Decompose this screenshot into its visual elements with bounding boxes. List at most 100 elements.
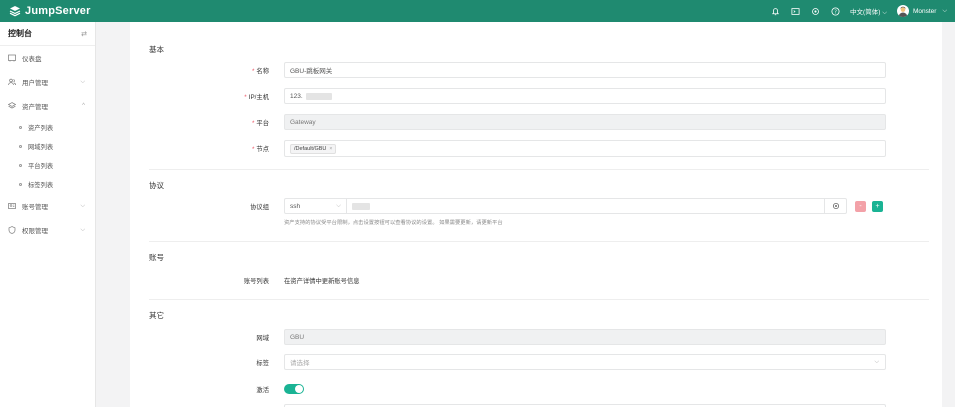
sidebar-subitem-domain-list[interactable]: 网域列表 <box>0 137 95 156</box>
dashboard-icon <box>8 54 16 62</box>
svg-text:?: ? <box>834 9 837 15</box>
name-value: GBU-跳板网关 <box>290 68 333 75</box>
jumpserver-logo-icon <box>9 6 21 17</box>
bell-icon[interactable] <box>770 6 780 16</box>
bullet-icon <box>19 145 22 148</box>
account-list-note: 在资产详情中更新账号信息 <box>284 278 360 285</box>
ip-label: * IP/主机 <box>244 94 269 101</box>
domain-value: GBU <box>290 333 305 341</box>
name-label: * 名称 <box>251 68 269 75</box>
collapse-toggle-icon[interactable]: ⇄ <box>81 30 87 38</box>
chevron-up-icon: ^ <box>82 103 85 109</box>
sidebar-subitem-label: 网域列表 <box>28 144 54 151</box>
platform-label-text: 平台 <box>256 120 269 127</box>
protocol-group-label: 协议组 <box>250 204 269 211</box>
ip-value: 123. <box>290 92 303 100</box>
user-menu[interactable]: Monster ⌵ <box>896 5 947 17</box>
permissions-icon <box>8 226 16 234</box>
asset-form: 基本 * 名称 GBU-跳板网关 * IP/主机 123. * 平台 Gateway … <box>130 22 942 407</box>
active-toggle[interactable] <box>284 384 304 394</box>
port-input[interactable] <box>347 202 846 210</box>
username: Monster <box>912 7 937 15</box>
node-select[interactable]: /Default/GBU × <box>284 140 886 157</box>
chevron-down-icon: ⌵ <box>942 7 947 14</box>
sidebar-item-label: 仪表盘 <box>22 56 42 63</box>
node-tag: /Default/GBU × <box>290 143 337 154</box>
bullet-icon <box>19 126 22 129</box>
sidebar-item-users[interactable]: 用户管理 ⌵ <box>0 70 95 94</box>
sidebar-item-permissions[interactable]: 权限管理 ⌵ <box>0 218 95 242</box>
settings-gear-icon <box>832 202 840 210</box>
account-list-label: 账号列表 <box>243 278 269 285</box>
close-icon[interactable]: × <box>329 146 332 152</box>
sidebar-item-dashboard[interactable]: 仪表盘 <box>0 46 95 70</box>
toggle-knob <box>295 385 303 393</box>
settings-gear-icon[interactable] <box>810 6 820 16</box>
chevron-down-icon: ⌵ <box>80 226 85 233</box>
chevron-down-icon: ⌵ <box>80 78 85 85</box>
node-tag-label: /Default/GBU <box>294 145 327 152</box>
remove-protocol-button[interactable]: - <box>855 201 866 212</box>
sidebar-subitem-asset-list[interactable]: 资产列表 <box>0 118 95 137</box>
section-title-protocol: 协议 <box>149 181 164 190</box>
redacted-block <box>305 92 332 100</box>
sidebar-title: 控制台 <box>8 29 32 38</box>
chevron-down-icon: ⌵ <box>336 202 341 209</box>
platform-value: Gateway <box>290 118 316 126</box>
avatar <box>896 5 909 17</box>
sidebar: 控制台 ⇄ 仪表盘 用户管理 ⌵ 资产管理 ^ 资产列表 网域列表 平台列表 标… <box>0 22 96 407</box>
sidebar-subitem-label: 标签列表 <box>28 182 54 189</box>
web-terminal-icon[interactable] <box>790 6 800 16</box>
language-dropdown[interactable]: 中文(简体) ⌵ <box>850 6 887 17</box>
sidebar-item-accounts[interactable]: 账号管理 ⌵ <box>0 194 95 218</box>
help-icon[interactable]: ? <box>830 6 840 16</box>
sidebar-item-label: 资产管理 <box>22 104 48 111</box>
ip-input[interactable]: 123. <box>284 88 886 104</box>
labels-label: 标签 <box>256 360 269 367</box>
chevron-down-icon: ⌵ <box>882 9 887 16</box>
divider <box>149 241 929 242</box>
bullet-icon <box>19 164 22 167</box>
sidebar-item-label: 账号管理 <box>22 204 48 211</box>
protocol-value: ssh <box>290 202 301 210</box>
sidebar-subitem-label-list[interactable]: 标签列表 <box>0 175 95 194</box>
sidebar-subitem-label: 平台列表 <box>28 163 54 170</box>
active-label: 激活 <box>256 387 269 394</box>
labels-placeholder: 请选择 <box>290 360 310 367</box>
chevron-down-icon: ⌵ <box>874 358 879 365</box>
accounts-icon <box>8 202 16 210</box>
protocol-row: ssh ⌵ <box>284 198 847 214</box>
protocol-settings-button[interactable] <box>824 198 847 214</box>
name-input[interactable]: GBU-跳板网关 <box>284 62 886 78</box>
sidebar-subitem-label: 资产列表 <box>28 125 54 132</box>
brand-name: JumpServer <box>25 5 91 17</box>
users-icon <box>8 78 16 86</box>
name-label-text: 名称 <box>256 68 269 75</box>
logo[interactable]: JumpServer <box>0 5 110 17</box>
platform-label: * 平台 <box>251 120 269 127</box>
divider <box>149 169 929 170</box>
node-label: * 节点 <box>251 146 269 153</box>
chevron-down-icon: ⌵ <box>80 202 85 209</box>
labels-select[interactable]: 请选择 ⌵ <box>284 354 886 370</box>
section-title-account: 账号 <box>149 253 164 262</box>
platform-input: Gateway <box>284 114 886 130</box>
redacted-block <box>352 202 370 210</box>
sidebar-item-label: 用户管理 <box>22 80 48 87</box>
sidebar-subitem-platform-list[interactable]: 平台列表 <box>0 156 95 175</box>
assets-icon <box>8 102 16 110</box>
language-label: 中文(简体) <box>850 8 881 16</box>
protocol-help-text: 资产支持的协议受平台限制，点击设置按钮可以查看协议的设置。 如果需要更新，请更新… <box>284 220 503 226</box>
sidebar-item-label: 权限管理 <box>22 228 48 235</box>
node-label-text: 节点 <box>256 146 269 153</box>
domain-input: GBU <box>284 329 886 345</box>
divider <box>149 299 929 300</box>
ip-label-text: IP/主机 <box>248 94 269 101</box>
section-title-other: 其它 <box>149 311 164 320</box>
domain-label: 网域 <box>256 335 269 342</box>
section-title-basic: 基本 <box>149 45 164 54</box>
protocol-select[interactable]: ssh ⌵ <box>285 199 347 213</box>
add-protocol-button[interactable]: + <box>872 201 883 212</box>
top-navbar: JumpServer ? 中文(简体) ⌵ Monster ⌵ <box>0 0 955 22</box>
sidebar-item-assets[interactable]: 资产管理 ^ <box>0 94 95 118</box>
